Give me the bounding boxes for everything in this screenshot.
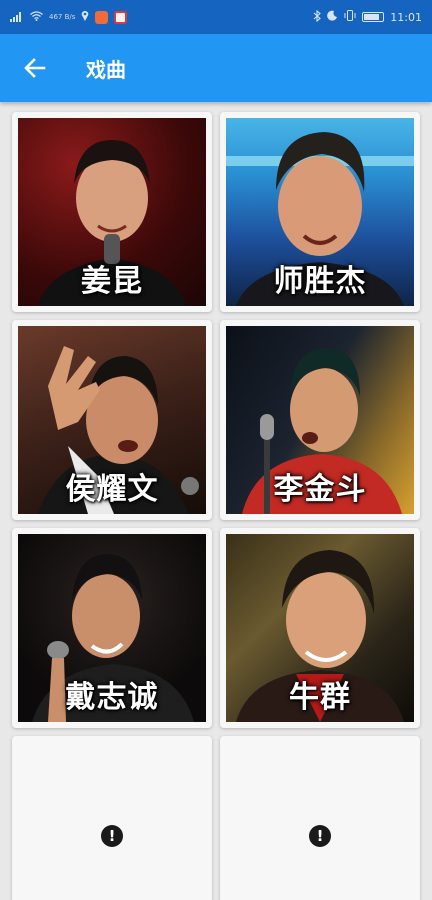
location-icon <box>81 10 89 24</box>
vibrate-icon <box>344 10 356 24</box>
performer-grid: 姜昆 师胜杰 侯耀文 李金斗 戴志诚 牛群 ! ! <box>0 102 432 900</box>
performer-name: 牛群 <box>289 680 351 715</box>
battery-icon <box>362 12 385 22</box>
performer-card[interactable]: 李金斗 <box>220 320 420 520</box>
performer-card[interactable]: 侯耀文 <box>12 320 212 520</box>
signal-icon <box>10 12 24 22</box>
back-button[interactable] <box>20 53 50 83</box>
error-icon: ! <box>309 825 331 847</box>
arrow-left-icon <box>24 58 46 78</box>
error-icon: ! <box>101 825 123 847</box>
performer-name: 戴志诚 <box>65 680 159 715</box>
placeholder-card[interactable]: ! <box>12 736 212 900</box>
performer-name: 姜昆 <box>81 264 143 299</box>
network-speed: 467 B/s <box>49 12 76 21</box>
performer-card[interactable]: 戴志诚 <box>12 528 212 728</box>
performer-photo: 李金斗 <box>226 326 414 514</box>
app-notification-icon <box>114 10 128 24</box>
performer-photo: 侯耀文 <box>18 326 206 514</box>
status-bar: 467 B/s 11:01 <box>0 0 432 34</box>
wifi-icon <box>30 10 43 24</box>
performer-name: 李金斗 <box>273 472 367 507</box>
performer-name: 侯耀文 <box>65 472 159 507</box>
clock: 11:01 <box>390 10 422 24</box>
performer-photo: 戴志诚 <box>18 534 206 722</box>
page-title: 戏曲 <box>86 57 126 82</box>
performer-card[interactable]: 师胜杰 <box>220 112 420 312</box>
do-not-disturb-icon <box>327 10 338 24</box>
bluetooth-icon <box>313 9 322 25</box>
app-bar: 戏曲 <box>0 34 432 102</box>
performer-card[interactable]: 姜昆 <box>12 112 212 312</box>
app-notification-icon <box>95 10 109 24</box>
performer-photo: 牛群 <box>226 534 414 722</box>
performer-photo: 姜昆 <box>18 118 206 306</box>
performer-photo: 师胜杰 <box>226 118 414 306</box>
placeholder-card[interactable]: ! <box>220 736 420 900</box>
performer-name: 师胜杰 <box>273 264 367 299</box>
performer-card[interactable]: 牛群 <box>220 528 420 728</box>
